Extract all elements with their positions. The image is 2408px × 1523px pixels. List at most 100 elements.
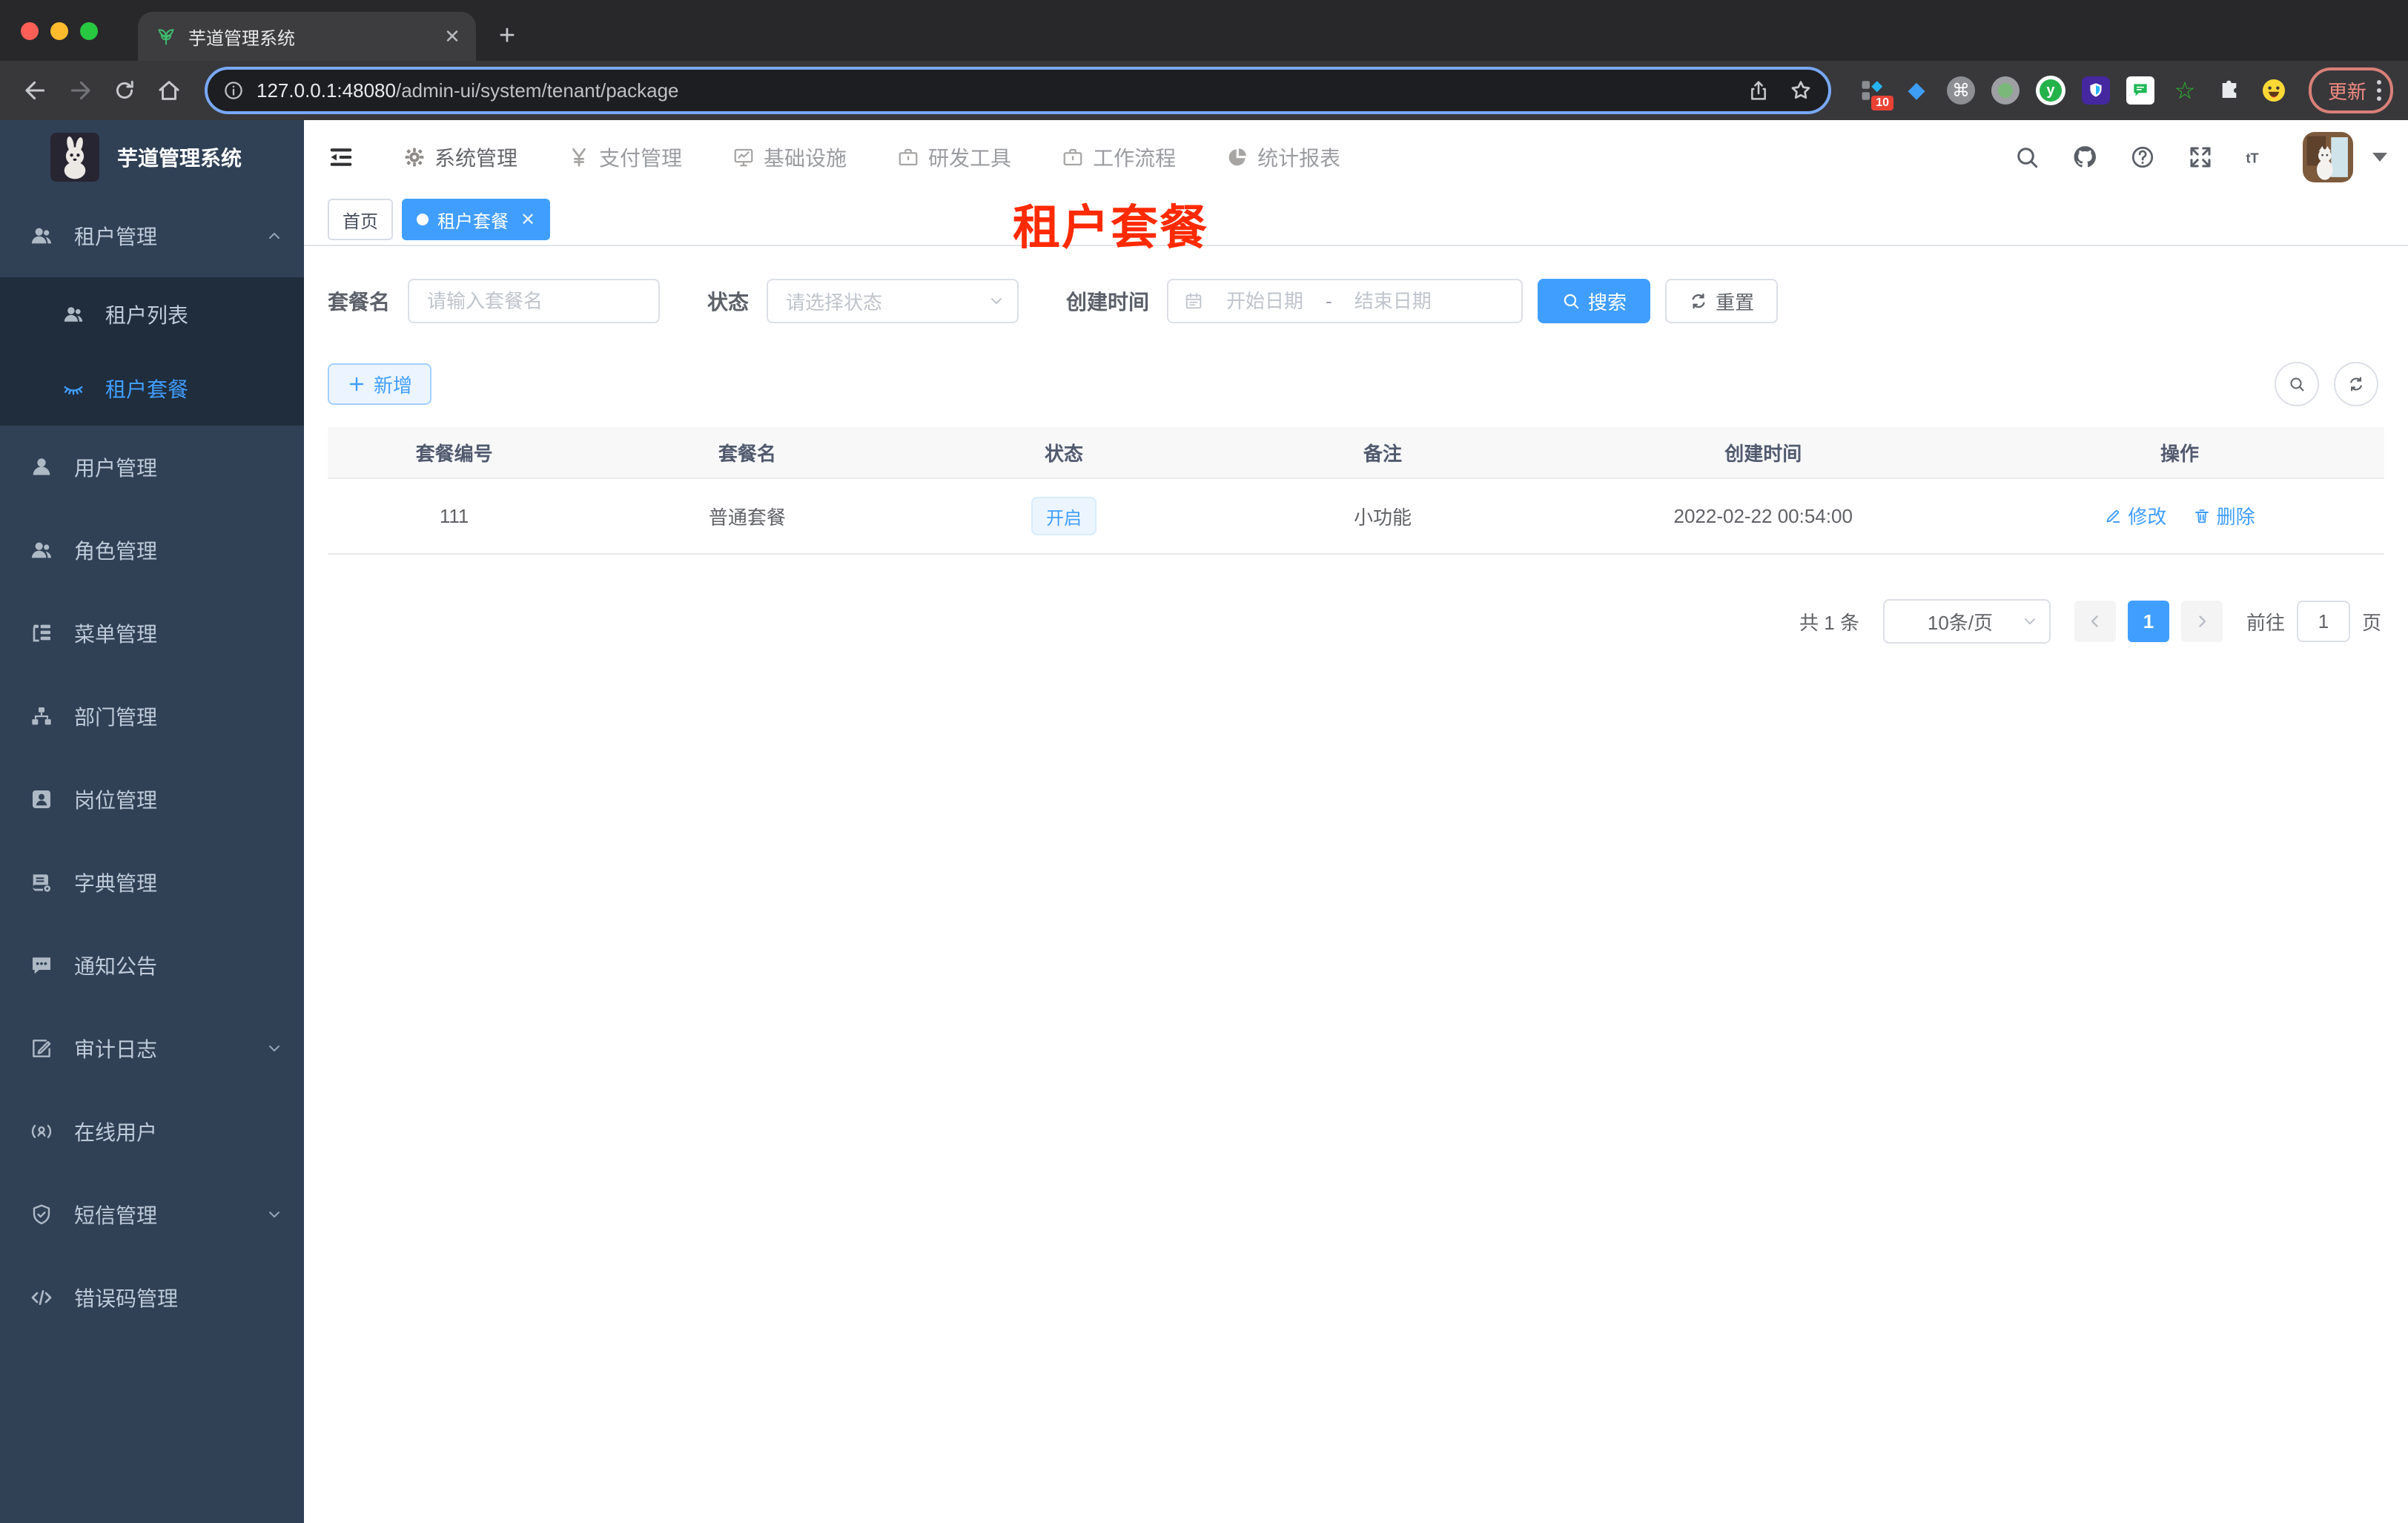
github-icon[interactable] xyxy=(2071,144,2098,171)
extension-grid-icon[interactable]: 10 xyxy=(1858,76,1893,110)
goto-page-input[interactable] xyxy=(2296,601,2350,642)
minimize-window-button[interactable] xyxy=(50,22,68,40)
site-info-icon[interactable] xyxy=(222,79,245,102)
new-tab-button[interactable]: + xyxy=(485,13,529,58)
briefcase-icon xyxy=(1062,146,1084,168)
active-dot-icon xyxy=(417,214,429,225)
tag-tenant-package[interactable]: 租户套餐 ✕ xyxy=(402,199,551,240)
tab-close-icon[interactable]: ✕ xyxy=(440,25,464,48)
sidebar-item-tenant-group[interactable]: 租户管理 xyxy=(0,194,304,277)
browser-menu-icon[interactable] xyxy=(2377,80,2381,101)
close-window-button[interactable] xyxy=(21,22,39,40)
start-date-input[interactable] xyxy=(1216,288,1314,314)
share-icon[interactable] xyxy=(1747,79,1770,102)
extension-star-icon[interactable]: ☆ xyxy=(2171,76,2199,105)
extension-chat-icon[interactable] xyxy=(2126,76,2154,105)
avatar-caret-icon[interactable] xyxy=(2372,153,2387,162)
extension-command-icon[interactable]: ⌘ xyxy=(1946,76,1975,105)
package-name-input[interactable] xyxy=(408,279,661,323)
calendar-icon xyxy=(1183,291,1204,311)
back-button[interactable] xyxy=(15,70,56,111)
extension-shield-icon[interactable] xyxy=(2081,76,2110,105)
extension-emoji-icon[interactable] xyxy=(2260,76,2288,105)
sidebar-item-audit-logs[interactable]: 审计日志 xyxy=(0,1007,304,1090)
table-header-row: 套餐编号 套餐名 状态 备注 创建时间 操作 xyxy=(328,427,2384,479)
delete-link[interactable]: 删除 xyxy=(2193,502,2255,529)
sidebar-item-users[interactable]: 用户管理 xyxy=(0,426,304,509)
top-menu-workflow[interactable]: 工作流程 xyxy=(1036,120,1201,194)
sidebar-item-online-users[interactable]: 在线用户 xyxy=(0,1090,304,1173)
app-title: 芋道管理系统 xyxy=(117,147,242,170)
fullscreen-icon[interactable] xyxy=(2187,144,2214,171)
col-remark: 备注 xyxy=(1214,427,1552,479)
sidebar-item-departments[interactable]: 部门管理 xyxy=(0,675,304,758)
top-menu-reports[interactable]: 统计报表 xyxy=(1201,120,1366,194)
people-icon xyxy=(30,224,53,248)
sidebar-logo-row[interactable]: 芋道管理系统 xyxy=(0,120,304,194)
sidebar-item-error-codes[interactable]: 错误码管理 xyxy=(0,1256,304,1339)
date-separator: - xyxy=(1326,289,1332,312)
home-button[interactable] xyxy=(148,70,190,111)
browser-tab[interactable]: 芋道管理系统 ✕ xyxy=(138,12,476,61)
extension-y-icon[interactable]: y xyxy=(2035,76,2065,105)
page-number-button[interactable]: 1 xyxy=(2127,601,2169,642)
date-range-picker[interactable]: - xyxy=(1167,279,1524,323)
top-menu-system[interactable]: 系统管理 xyxy=(378,120,543,194)
tag-home[interactable]: 首页 xyxy=(328,199,393,240)
refresh-table-button[interactable] xyxy=(2334,362,2378,406)
chevron-right-icon xyxy=(2193,612,2211,630)
toggle-search-button[interactable] xyxy=(2275,362,2319,406)
next-page-button[interactable] xyxy=(2180,601,2223,642)
top-menu-infrastructure[interactable]: 基础设施 xyxy=(707,120,872,194)
extension-gem-icon[interactable]: ◆ xyxy=(1902,76,1931,105)
end-date-input[interactable] xyxy=(1343,288,1442,314)
sidebar-item-tenant-list[interactable]: 租户列表 xyxy=(0,277,304,351)
extensions-puzzle-icon[interactable] xyxy=(2215,76,2243,105)
code-icon xyxy=(30,1286,53,1309)
sidebar-item-sms[interactable]: 短信管理 xyxy=(0,1173,304,1256)
prev-page-button[interactable] xyxy=(2074,601,2116,642)
trash-icon xyxy=(2193,507,2211,525)
sidebar-item-roles[interactable]: 角色管理 xyxy=(0,509,304,592)
cell-actions: 修改 删除 xyxy=(1974,478,2384,555)
avatar[interactable] xyxy=(2303,132,2353,182)
sidebar-item-positions[interactable]: 岗位管理 xyxy=(0,758,304,841)
page-size-select[interactable]: 10条/页 xyxy=(1882,599,2051,644)
reload-button[interactable] xyxy=(104,70,145,111)
search-button[interactable]: 搜索 xyxy=(1538,279,1651,323)
url-host: 127.0.0.1:48080 xyxy=(257,79,396,102)
top-menu-payment[interactable]: 支付管理 xyxy=(543,120,707,194)
sidebar-item-tenant-package[interactable]: 租户套餐 xyxy=(0,351,304,426)
extension-circle-icon[interactable] xyxy=(1991,76,2020,105)
cell-package-id: 111 xyxy=(328,478,581,555)
forward-button[interactable] xyxy=(59,70,101,111)
status-select[interactable]: 请选择状态 xyxy=(767,279,1019,323)
reset-button[interactable]: 重置 xyxy=(1665,279,1779,323)
zoom-window-button[interactable] xyxy=(80,22,98,40)
comment-icon xyxy=(30,954,53,977)
tag-close-icon[interactable]: ✕ xyxy=(520,209,535,231)
sidebar-item-announcements[interactable]: 通知公告 xyxy=(0,924,304,1007)
browser-update-button[interactable]: 更新 xyxy=(2308,67,2393,113)
annotation-title: 租户套餐 xyxy=(1013,201,1208,254)
bookmark-star-icon[interactable] xyxy=(1788,78,1813,103)
sidebar-item-dictionary[interactable]: 字典管理 xyxy=(0,841,304,924)
package-name-label: 套餐名 xyxy=(328,291,391,314)
font-size-icon[interactable]: tT xyxy=(2245,144,2272,171)
tree-list-icon xyxy=(30,621,53,645)
log-edit-icon xyxy=(30,1037,53,1060)
table-row: 111 普通套餐 开启 小功能 2022-02-22 00:54:00 修改 删… xyxy=(328,478,2384,555)
sidebar-collapse-button[interactable] xyxy=(316,132,366,182)
sidebar-item-menus[interactable]: 菜单管理 xyxy=(0,592,304,675)
url-bar[interactable]: 127.0.0.1:48080/admin-ui/system/tenant/p… xyxy=(205,67,1831,114)
help-icon[interactable] xyxy=(2129,144,2156,171)
shield-check-icon xyxy=(30,1203,53,1226)
goto-label: 前往 xyxy=(2246,611,2285,634)
edit-link[interactable]: 修改 xyxy=(2104,502,2166,529)
search-icon[interactable] xyxy=(2014,144,2040,171)
user-icon xyxy=(30,455,53,479)
search-icon xyxy=(1561,291,1581,311)
add-button[interactable]: 新增 xyxy=(328,363,432,405)
top-menu-dev-tools[interactable]: 研发工具 xyxy=(872,120,1036,194)
sidebar: 芋道管理系统 租户管理 租户列表 租户套餐 用户管理 角色管理 菜单管理 部门管… xyxy=(0,120,304,1523)
